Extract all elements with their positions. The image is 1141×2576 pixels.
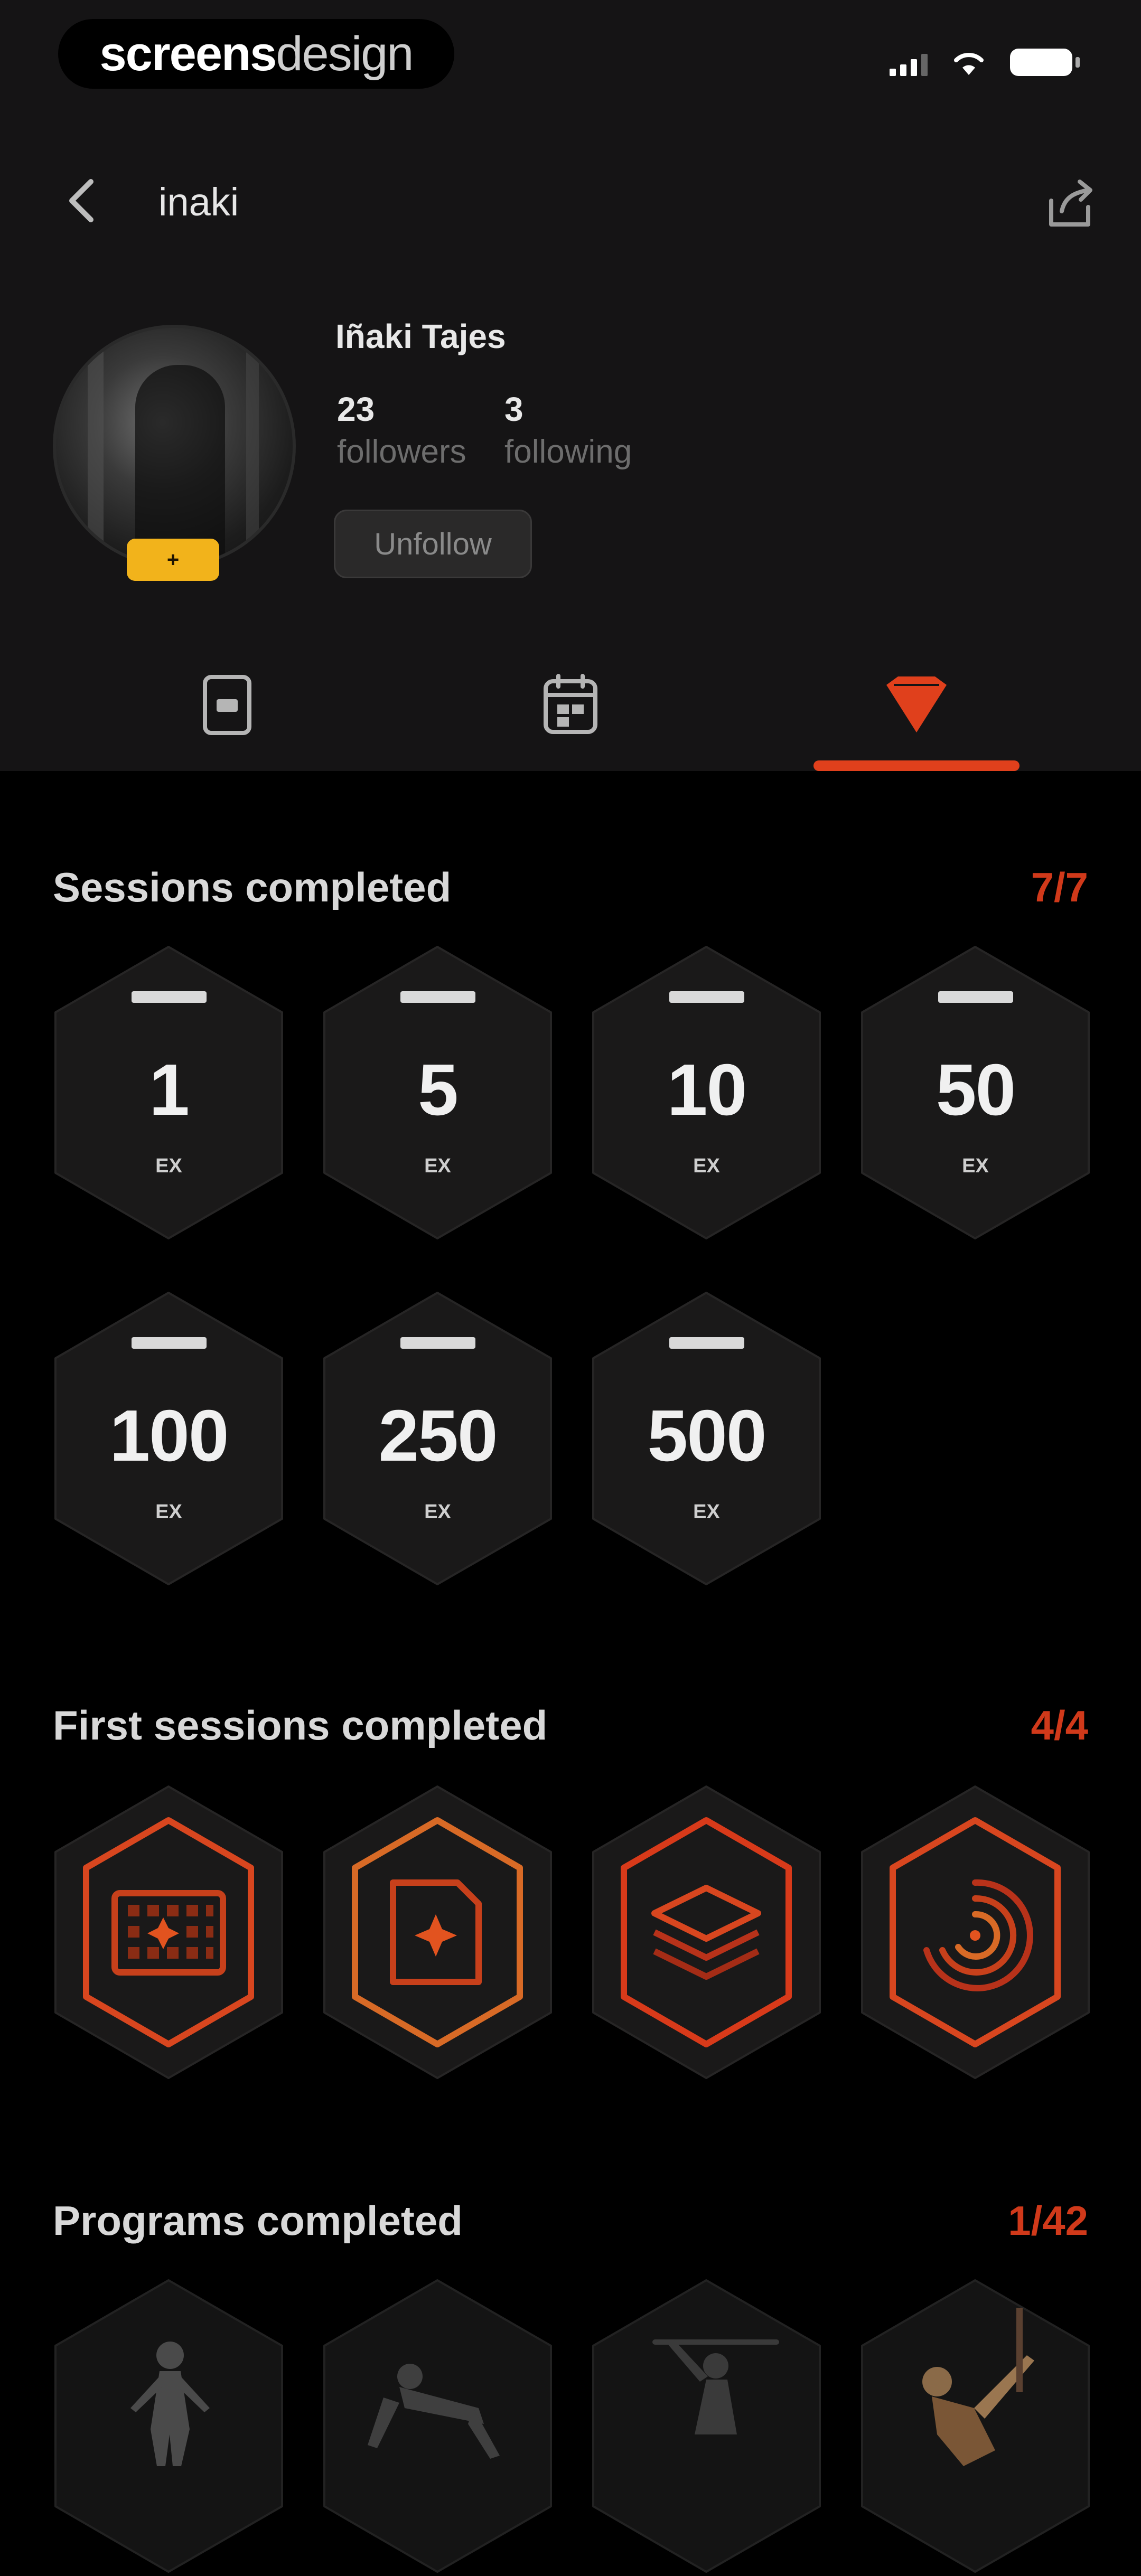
badge-unit: EX — [155, 1155, 182, 1177]
screensdesign-watermark: screens design — [58, 19, 454, 89]
first-sessions-section-title: First sessions completed — [53, 1702, 548, 1748]
calendar-icon — [544, 674, 597, 734]
programs-section-count: 1/42 — [1008, 2197, 1088, 2244]
unfollow-button[interactable]: Unfollow — [334, 510, 532, 578]
avatar — [53, 325, 296, 568]
badge-value: 50 — [936, 1049, 1016, 1131]
tab-achievements[interactable] — [858, 665, 975, 745]
back-arrow-icon[interactable] — [58, 174, 106, 227]
nav-title: inaki — [158, 180, 239, 224]
session-badge[interactable]: 100 EX — [51, 1289, 286, 1588]
session-badge[interactable]: 500 EX — [589, 1289, 824, 1588]
program-badge[interactable] — [320, 2276, 555, 2576]
badge-value: 100 — [109, 1395, 229, 1477]
pro-badge: + — [127, 539, 219, 581]
following-count[interactable]: 3 — [504, 390, 523, 429]
watermark-light: design — [276, 26, 414, 81]
session-badge[interactable]: 1 EX — [51, 943, 286, 1243]
following-label[interactable]: following — [504, 433, 632, 471]
wifi-icon — [954, 53, 984, 75]
trophy-icon — [886, 676, 947, 732]
profile-tabs — [0, 644, 1141, 771]
followers-count[interactable]: 23 — [337, 390, 375, 429]
session-badge[interactable]: 50 EX — [858, 943, 1093, 1243]
badge-value: 5 — [418, 1049, 459, 1131]
first-session-badge[interactable] — [589, 1782, 824, 2082]
watermark-bold: screens — [99, 26, 277, 81]
badge-unit: EX — [424, 1155, 451, 1177]
signal-icon — [890, 52, 928, 76]
badge-value: 250 — [378, 1395, 498, 1477]
active-tab-indicator — [813, 760, 1020, 771]
badge-unit: EX — [155, 1501, 182, 1523]
session-badge[interactable]: 250 EX — [320, 1289, 555, 1588]
badge-value: 500 — [647, 1395, 766, 1477]
profile-name: Iñaki Tajes — [335, 317, 506, 355]
badge-unit: EX — [693, 1155, 720, 1177]
session-badge[interactable]: 5 EX — [320, 943, 555, 1243]
badge-unit: EX — [693, 1501, 720, 1523]
battery-icon — [1010, 49, 1080, 76]
first-session-badge[interactable] — [320, 1782, 555, 2082]
tab-calendar[interactable] — [512, 665, 629, 745]
program-badge[interactable] — [858, 2276, 1093, 2576]
document-icon — [203, 675, 251, 735]
first-session-badge[interactable] — [858, 1782, 1093, 2082]
session-badge[interactable]: 10 EX — [589, 943, 824, 1243]
share-icon[interactable] — [1041, 174, 1099, 232]
badge-unit: EX — [424, 1501, 451, 1523]
program-badge[interactable] — [51, 2276, 286, 2576]
top-nav: inaki — [0, 158, 1141, 243]
status-bar: screens design — [0, 0, 1141, 111]
badge-value: 10 — [667, 1049, 747, 1131]
sessions-section-title: Sessions completed — [53, 864, 452, 910]
badge-value: 1 — [149, 1049, 190, 1131]
program-badge[interactable] — [589, 2276, 824, 2576]
programs-section-title: Programs completed — [53, 2197, 463, 2244]
followers-label[interactable]: followers — [337, 433, 466, 471]
first-sessions-section-count: 4/4 — [1031, 1702, 1088, 1748]
sessions-section-count: 7/7 — [1031, 864, 1088, 910]
tab-posts[interactable] — [169, 665, 285, 745]
badge-unit: EX — [962, 1155, 989, 1177]
first-session-badge[interactable] — [51, 1782, 286, 2082]
